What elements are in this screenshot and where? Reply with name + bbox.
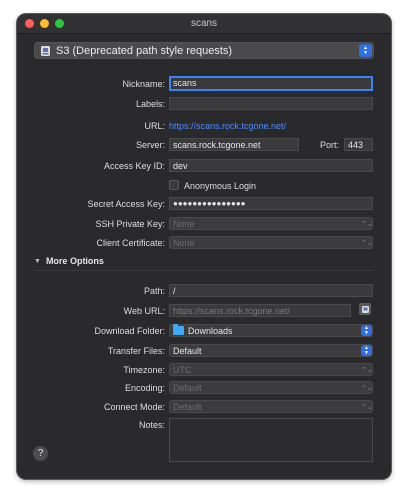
connect-mode-value: Default xyxy=(173,401,202,412)
access-key-row: Access Key ID: dev xyxy=(17,159,391,173)
anonymous-label[interactable]: Anonymous Login xyxy=(184,181,256,191)
client-cert-label: Client Certificate: xyxy=(96,238,165,248)
bookmark-icon[interactable] xyxy=(359,303,371,315)
connect-mode-row: Connect Mode: Default ⌃⌄ xyxy=(17,400,391,414)
url-link[interactable]: https://scans.rock.tcgone.net/ xyxy=(169,121,286,131)
encoding-label: Encoding: xyxy=(124,383,165,393)
s3-icon xyxy=(39,45,51,57)
chevron-updown-icon: ⌃⌄ xyxy=(361,384,373,392)
path-row: Path: / xyxy=(17,284,391,298)
client-cert-popup[interactable]: None ⌃⌄ xyxy=(169,236,373,249)
transfer-files-row: Transfer Files: Default ▲ ▼ xyxy=(17,344,391,358)
connect-mode-popup[interactable]: Default ⌃⌄ xyxy=(169,400,373,413)
download-folder-value-wrap: Downloads xyxy=(169,324,361,336)
ssh-key-popup[interactable]: None ⌃⌄ xyxy=(169,217,373,230)
path-label: Path: xyxy=(143,286,165,296)
chevron-updown-icon: ⌃⌄ xyxy=(361,366,373,374)
transfer-files-label: Transfer Files: xyxy=(107,346,165,356)
path-field[interactable]: / xyxy=(169,284,373,297)
download-folder-row: Download Folder: Downloads ▲ ▼ xyxy=(17,324,391,338)
timezone-row: Timezone: UTC ⌃⌄ xyxy=(17,363,391,377)
nickname-field[interactable]: scans xyxy=(169,76,373,91)
download-folder-label: Download Folder: xyxy=(94,326,165,336)
ssh-key-label: SSH Private Key: xyxy=(95,219,165,229)
nickname-row: Nickname: scans xyxy=(17,76,391,91)
notes-label: Notes: xyxy=(138,420,165,430)
client-cert-value: None xyxy=(173,237,195,248)
more-options-title: More Options xyxy=(45,256,104,266)
server-label: Server: xyxy=(135,140,165,150)
download-folder-value: Downloads xyxy=(188,325,233,336)
anonymous-row: Anonymous Login xyxy=(17,179,391,193)
server-row: Server: scans.rock.tcgone.net Port: 443 xyxy=(17,138,391,152)
secret-row: Secret Access Key: ●●●●●●●●●●●●●●● xyxy=(17,197,391,211)
folder-icon xyxy=(173,324,184,335)
encoding-popup[interactable]: Default ⌃⌄ xyxy=(169,381,373,394)
labels-label: Labels: xyxy=(135,99,165,109)
web-url-label: Web URL: xyxy=(123,306,165,316)
popup-stepper-icon: ▲ ▼ xyxy=(359,44,372,57)
secret-field[interactable]: ●●●●●●●●●●●●●●● xyxy=(169,197,373,210)
url-row: URL: https://scans.rock.tcgone.net/ xyxy=(17,119,391,133)
chevron-updown-icon: ⌃⌄ xyxy=(361,220,373,228)
secret-label: Secret Access Key: xyxy=(87,199,165,209)
server-field[interactable]: scans.rock.tcgone.net xyxy=(169,138,299,151)
download-folder-popup[interactable]: Downloads ▲ ▼ xyxy=(169,324,373,337)
ssh-key-row: SSH Private Key: None ⌃⌄ xyxy=(17,217,391,231)
connect-mode-label: Connect Mode: xyxy=(103,402,165,412)
port-label: Port: xyxy=(320,140,340,150)
help-button[interactable]: ? xyxy=(33,446,48,461)
popup-stepper-icon: ▲ ▼ xyxy=(361,345,372,356)
timezone-value: UTC xyxy=(173,364,192,375)
window-title: scans xyxy=(190,18,218,29)
chevron-updown-icon: ⌃⌄ xyxy=(361,403,373,411)
labels-field[interactable] xyxy=(169,97,373,110)
url-label: URL: xyxy=(144,121,165,131)
protocol-label: S3 (Deprecated path style requests) xyxy=(56,44,233,57)
access-key-field[interactable]: dev xyxy=(169,159,373,172)
more-options-disclosure[interactable]: ▼ More Options xyxy=(34,256,104,266)
notes-textarea[interactable] xyxy=(169,418,373,462)
encoding-value: Default xyxy=(173,382,202,393)
client-cert-row: Client Certificate: None ⌃⌄ xyxy=(17,236,391,250)
access-key-label: Access Key ID: xyxy=(103,161,165,171)
port-field[interactable]: 443 xyxy=(344,138,373,151)
title-bar[interactable]: scans xyxy=(17,14,391,34)
ssh-key-value: None xyxy=(173,218,195,229)
section-divider xyxy=(34,270,374,271)
web-url-row: Web URL: https://scans.rock.tcgone.net/ xyxy=(17,304,391,318)
chevron-updown-icon: ⌃⌄ xyxy=(361,239,373,247)
web-url-placeholder: https://scans.rock.tcgone.net/ xyxy=(173,306,291,316)
transfer-files-value: Default xyxy=(173,345,202,356)
bookmark-window: scans S3 (Deprecated path style requests… xyxy=(17,14,391,479)
encoding-row: Encoding: Default ⌃⌄ xyxy=(17,381,391,395)
anonymous-checkbox[interactable] xyxy=(169,180,179,190)
timezone-popup[interactable]: UTC ⌃⌄ xyxy=(169,363,373,376)
timezone-label: Timezone: xyxy=(123,365,165,375)
transfer-files-popup[interactable]: Default ▲ ▼ xyxy=(169,344,373,357)
chevron-down-icon: ▼ xyxy=(34,257,41,265)
protocol-popup[interactable]: S3 (Deprecated path style requests) ▲ ▼ xyxy=(34,42,374,59)
labels-row: Labels: xyxy=(17,97,391,111)
nickname-label: Nickname: xyxy=(122,79,165,89)
popup-stepper-icon: ▲ ▼ xyxy=(361,325,372,336)
web-url-field[interactable]: https://scans.rock.tcgone.net/ xyxy=(169,304,351,317)
